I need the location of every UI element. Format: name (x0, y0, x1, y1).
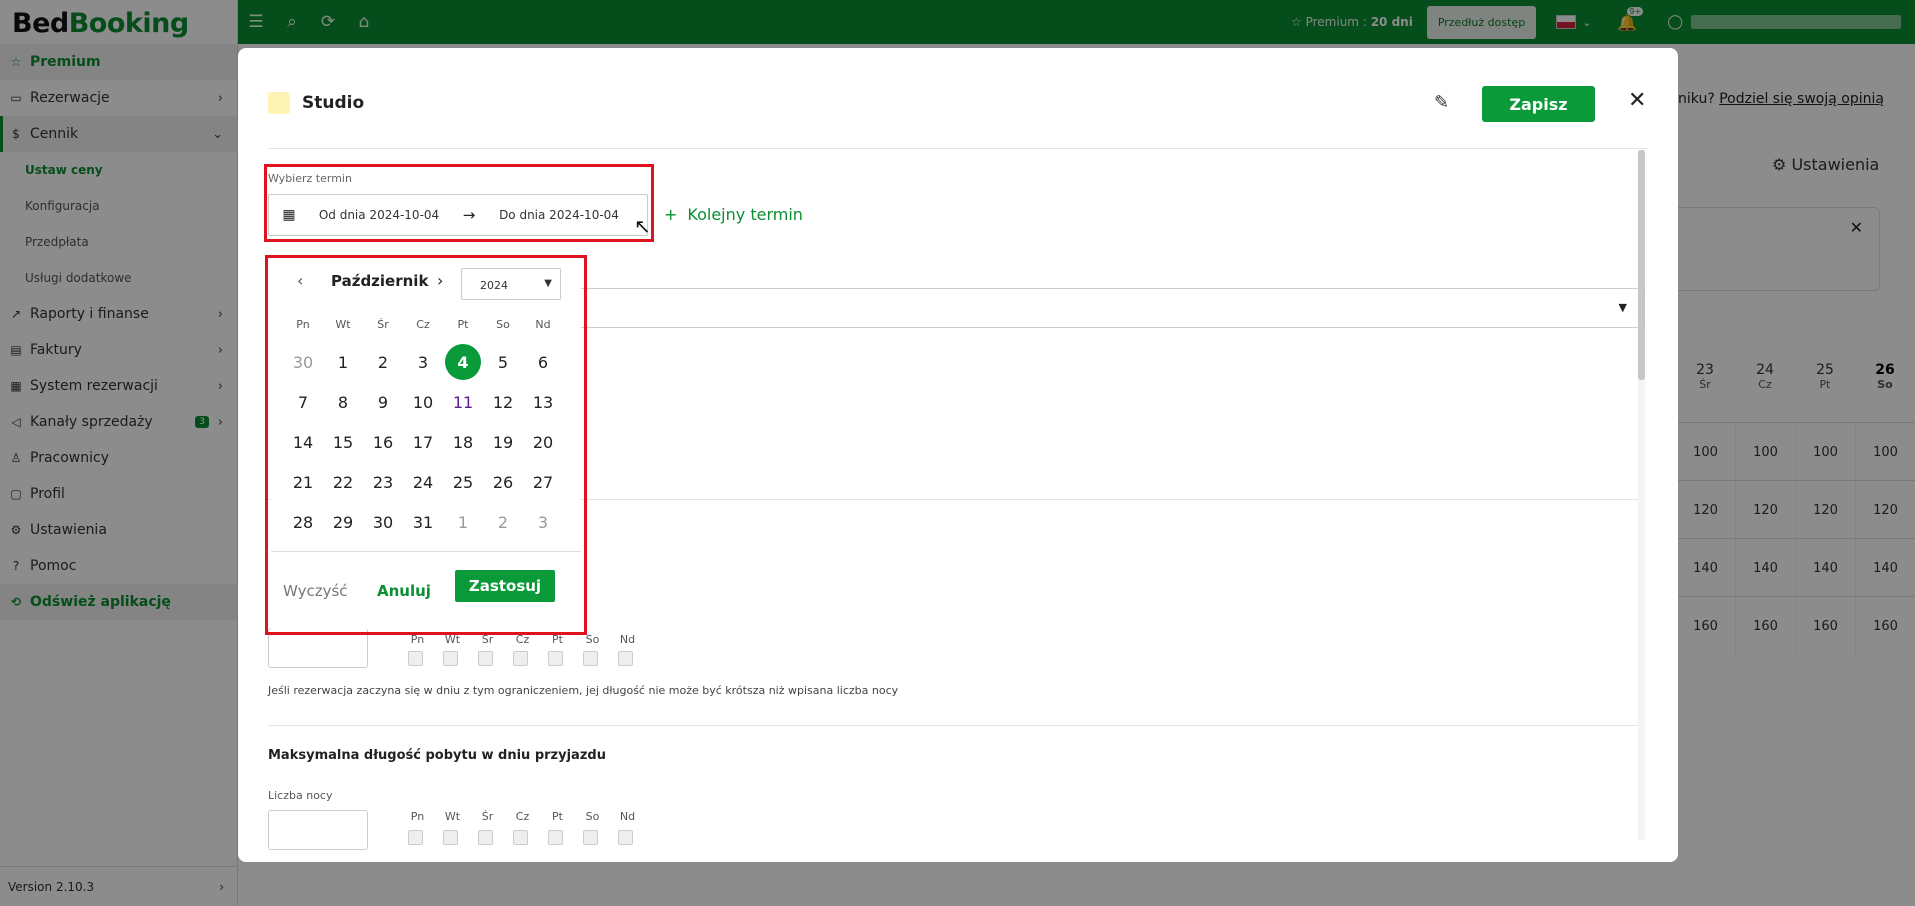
select-dropdown[interactable]: ▼ (578, 288, 1642, 328)
day-checkbox[interactable] (478, 830, 493, 845)
min-stay-hint: Jeśli rezerwacja zaczyna się w dniu z ty… (268, 684, 899, 697)
min-dow-checkboxes (408, 651, 653, 666)
nights-label: Liczba nocy (268, 789, 333, 802)
dow-label: Nd (619, 633, 636, 646)
mouse-cursor-icon: ↖ (634, 214, 651, 238)
room-color-swatch (268, 92, 290, 114)
close-icon[interactable]: ✕ (1628, 88, 1646, 113)
day-checkbox[interactable] (443, 651, 458, 666)
highlight-box-date-range (264, 164, 654, 242)
add-term-label: Kolejny termin (687, 205, 803, 224)
dow-label: So (585, 810, 600, 823)
day-checkbox[interactable] (583, 651, 598, 666)
max-nights-input[interactable] (268, 810, 368, 850)
modal-title: Studio (302, 93, 365, 113)
divider (268, 725, 1638, 726)
edit-room-modal: Studio ✎ Zapisz ✕ Wybierz termin ▦ Od dn… (238, 48, 1678, 862)
highlight-box-date-picker (265, 255, 587, 635)
add-term-button[interactable]: + Kolejny termin (664, 205, 813, 224)
max-stay-title: Maksymalna długość pobytu w dniu przyjaz… (268, 748, 606, 763)
max-dow-labels: Pn Wt Śr Cz Pt So Nd (400, 810, 645, 823)
day-checkbox[interactable] (583, 830, 598, 845)
day-checkbox[interactable] (408, 830, 423, 845)
dow-label: Cz (515, 810, 530, 823)
dow-label: Wt (444, 810, 461, 823)
day-checkbox[interactable] (408, 651, 423, 666)
save-button[interactable]: Zapisz (1482, 86, 1595, 122)
pencil-icon[interactable]: ✎ (1434, 92, 1449, 113)
day-checkbox[interactable] (548, 830, 563, 845)
dow-label: Pt (552, 810, 563, 823)
dow-label: Śr (481, 810, 494, 823)
divider (268, 148, 1646, 149)
dow-label: Pn (410, 810, 425, 823)
day-checkbox[interactable] (513, 830, 528, 845)
modal-scrollbar[interactable] (1638, 150, 1645, 840)
day-checkbox[interactable] (548, 651, 563, 666)
scrollbar-thumb[interactable] (1638, 150, 1645, 380)
day-checkbox[interactable] (618, 830, 633, 845)
day-checkbox[interactable] (443, 830, 458, 845)
caret-down-icon: ▼ (1618, 301, 1627, 314)
plus-icon: + (664, 205, 678, 224)
day-checkbox[interactable] (513, 651, 528, 666)
dow-label: Nd (619, 810, 636, 823)
day-checkbox[interactable] (478, 651, 493, 666)
max-dow-checkboxes (408, 830, 653, 845)
day-checkbox[interactable] (618, 651, 633, 666)
modal-header: Studio ✎ Zapisz ✕ (238, 48, 1678, 148)
